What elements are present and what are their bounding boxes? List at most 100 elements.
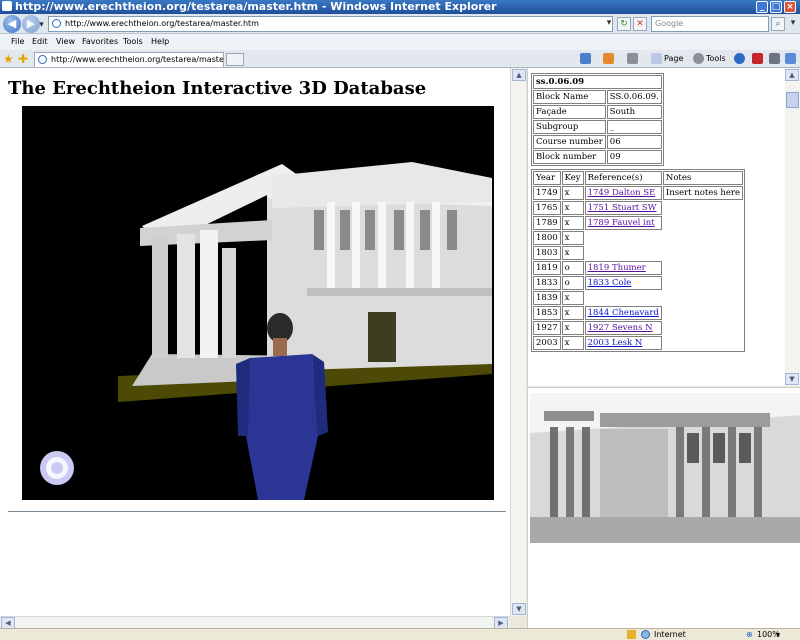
minimize-button[interactable]: _ xyxy=(756,1,768,13)
references-table: Year Key Reference(s) Notes 1749 x 1749 … xyxy=(531,169,745,352)
notes-cell xyxy=(663,276,743,290)
block-info-row: Block number 09 xyxy=(533,150,662,164)
search-input[interactable]: Google xyxy=(651,16,769,32)
menu-favorites[interactable]: Favorites xyxy=(82,36,118,48)
back-button[interactable]: ◀ xyxy=(3,15,21,33)
favorites-star-icon[interactable]: ★ xyxy=(3,53,14,65)
notes-cell xyxy=(663,306,743,320)
block-info-frame: ss.0.06.09 Block Name SS.0.06.09. Façade… xyxy=(527,68,785,386)
key-cell: x xyxy=(561,186,584,200)
messenger-icon[interactable] xyxy=(769,53,780,64)
key-cell: x xyxy=(561,321,584,335)
key-cell: o xyxy=(561,276,584,290)
reference-link[interactable]: 1751 Stuart SW xyxy=(588,203,657,213)
window-title-bar[interactable]: http://www.erechtheion.org/testarea/mast… xyxy=(0,0,800,14)
tab-current-page[interactable]: http://www.erechtheion.org/testarea/mast… xyxy=(34,52,224,67)
reference-link[interactable]: 1844 Chenavard xyxy=(588,308,659,318)
menu-file[interactable]: File xyxy=(11,36,24,48)
tools-menu-label[interactable]: Tools xyxy=(706,53,726,65)
page-menu-icon[interactable] xyxy=(651,53,662,64)
table-row: 1765 x 1751 Stuart SW xyxy=(533,201,743,215)
search-options-icon[interactable]: ▾ xyxy=(786,17,800,31)
stop-icon[interactable]: ✕ xyxy=(633,17,647,31)
3d-viewport[interactable] xyxy=(22,106,494,500)
feeds-icon[interactable] xyxy=(603,53,614,64)
add-favorite-icon[interactable]: ✚ xyxy=(18,53,28,65)
menu-tools[interactable]: Tools xyxy=(123,36,143,48)
reference-cell: 1789 Fauvel int xyxy=(584,216,662,230)
table-row: 1927 x 1927 Sevens N xyxy=(533,321,743,335)
block-info-row: Subgroup _ xyxy=(533,120,662,134)
info-value: _ xyxy=(606,120,662,134)
scroll-down-button[interactable]: ▼ xyxy=(785,373,799,385)
search-placeholder: Google xyxy=(655,19,684,28)
year-cell: 1819 xyxy=(533,261,561,275)
scroll-up-button[interactable]: ▲ xyxy=(785,69,799,81)
key-cell: x xyxy=(561,306,584,320)
scroll-thumb[interactable] xyxy=(786,92,799,108)
new-tab-button[interactable] xyxy=(226,53,244,66)
key-cell: x xyxy=(561,231,584,245)
table-row: 1853 x 1844 Chenavard xyxy=(533,306,743,320)
main-frame-vertical-scrollbar[interactable]: ▲ ▼ xyxy=(510,68,526,616)
reference-link[interactable]: 1749 Dalton SE xyxy=(588,188,656,198)
info-value: South xyxy=(606,105,662,119)
reference-link[interactable]: 1819 Thumer xyxy=(588,263,646,273)
zoom-dropdown-icon[interactable]: ▾ xyxy=(776,629,780,640)
internet-zone-icon xyxy=(641,630,650,639)
menu-edit[interactable]: Edit xyxy=(32,36,48,48)
address-dropdown-icon[interactable]: ▾ xyxy=(602,17,616,31)
refresh-icon[interactable]: ↻ xyxy=(617,17,631,31)
tab-page-icon xyxy=(38,55,47,64)
maximize-button[interactable]: □ xyxy=(770,1,782,13)
info-label: Subgroup xyxy=(533,120,606,134)
table-row: 1833 o 1833 Cole xyxy=(533,276,743,290)
erechtheion-3d-render xyxy=(40,162,492,500)
close-window-button[interactable]: × xyxy=(784,1,796,13)
block-info-table: ss.0.06.09 Block Name SS.0.06.09. Façade… xyxy=(531,73,664,166)
table-row: 2003 x 2003 Lesk N xyxy=(533,336,743,350)
main-frame-horizontal-scrollbar[interactable]: ◀ ▶ xyxy=(0,616,510,629)
menu-view[interactable]: View xyxy=(56,36,75,48)
year-cell: 1765 xyxy=(533,201,561,215)
header-key: Key xyxy=(561,171,584,185)
tab-row: ★ ✚ http://www.erechtheion.org/testarea/… xyxy=(0,50,800,68)
block-info-row: Block Name SS.0.06.09. xyxy=(533,90,662,104)
help-icon[interactable] xyxy=(734,53,745,64)
security-zone-label: Internet xyxy=(654,630,686,639)
reference-link[interactable]: 1927 Sevens N xyxy=(588,323,653,333)
reference-link[interactable]: 1789 Fauvel int xyxy=(588,218,655,228)
home-icon[interactable] xyxy=(580,53,591,64)
reference-cell xyxy=(585,291,662,305)
print-icon[interactable] xyxy=(627,53,638,64)
reference-cell: 1819 Thumer xyxy=(584,261,662,275)
tab-label: http://www.erechtheion.org/testarea/mast… xyxy=(51,55,224,64)
info-frame-scrollbar[interactable]: ▲ ▼ xyxy=(785,68,800,386)
info-value: 09 xyxy=(606,150,662,164)
table-row: 1839 x xyxy=(533,291,743,305)
reference-link[interactable]: 2003 Lesk N xyxy=(588,338,643,348)
year-cell: 1800 xyxy=(533,231,561,245)
page-menu-label[interactable]: Page xyxy=(664,53,683,65)
key-cell: x xyxy=(561,201,584,215)
scroll-down-button[interactable]: ▼ xyxy=(512,603,526,615)
key-cell: x xyxy=(561,246,584,260)
search-icon[interactable]: ⌕ xyxy=(771,17,785,31)
research-icon[interactable] xyxy=(752,53,763,64)
tools-menu-icon[interactable] xyxy=(693,53,704,64)
reference-cell xyxy=(585,231,662,245)
scroll-up-button[interactable]: ▲ xyxy=(512,69,526,81)
header-year: Year xyxy=(533,171,561,185)
zoom-icon[interactable]: ⊕ xyxy=(746,629,753,640)
ie-logo-icon xyxy=(2,1,12,11)
reference-cell xyxy=(585,246,662,260)
address-field[interactable]: http://www.erechtheion.org/testarea/mast… xyxy=(48,16,613,32)
blog-icon[interactable] xyxy=(785,53,796,64)
info-label: Block Name xyxy=(533,90,606,104)
popup-blocker-icon[interactable] xyxy=(627,630,636,639)
history-dropdown-icon[interactable]: ▾ xyxy=(37,19,46,30)
reference-link[interactable]: 1833 Cole xyxy=(588,278,632,288)
notes-cell xyxy=(663,231,743,245)
engraving-frame xyxy=(527,387,800,628)
menu-help[interactable]: Help xyxy=(151,36,169,48)
